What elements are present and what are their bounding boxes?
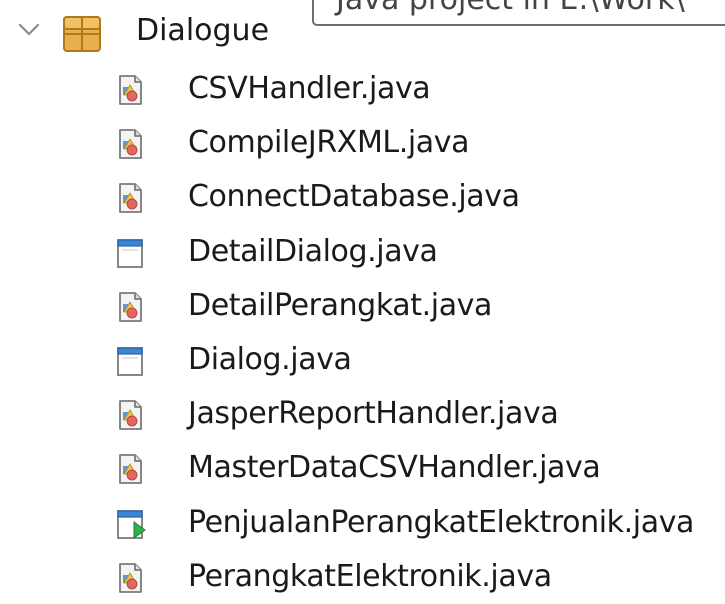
java-class-icon [114,74,146,106]
java-form-icon [114,237,146,269]
file-item[interactable]: DetailDialog.java [0,225,725,279]
file-label: ConnectDatabase.java [188,179,520,215]
java-class-icon [114,291,146,323]
java-class-icon [114,562,146,594]
file-label: MasterDataCSVHandler.java [188,450,601,486]
java-form-icon [114,345,146,377]
file-item[interactable]: PenjualanPerangkatElektronik.java [0,496,725,550]
package-icon [63,16,101,52]
package-node-dialogue[interactable]: Dialogue [0,8,725,62]
java-main-form-icon [114,508,146,540]
java-class-icon [114,182,146,214]
file-label: PerangkatElektronik.java [188,558,552,594]
file-label: DetailPerangkat.java [188,287,493,323]
file-item[interactable]: CompileJRXML.java [0,116,725,170]
file-item[interactable]: DetailPerangkat.java [0,279,725,333]
file-item[interactable]: Dialog.java [0,333,725,387]
file-item[interactable]: MasterDataCSVHandler.java [0,441,725,495]
file-item[interactable]: CSVHandler.java [0,62,725,116]
file-label: CSVHandler.java [188,71,431,106]
chevron-down-icon[interactable] [16,20,42,40]
file-label: CompileJRXML.java [188,125,470,161]
file-label: DetailDialog.java [188,233,438,269]
file-label: PenjualanPerangkatElektronik.java [188,504,695,540]
file-item[interactable]: ConnectDatabase.java [0,170,725,224]
file-label: Dialog.java [188,342,352,377]
file-item[interactable]: PerangkatElektronik.java [0,550,725,604]
java-class-icon [114,453,146,485]
java-class-icon [114,128,146,160]
file-item[interactable]: JasperReportHandler.java [0,387,725,441]
file-label: JasperReportHandler.java [188,396,559,432]
java-class-icon [114,399,146,431]
package-label: Dialogue [136,13,270,48]
